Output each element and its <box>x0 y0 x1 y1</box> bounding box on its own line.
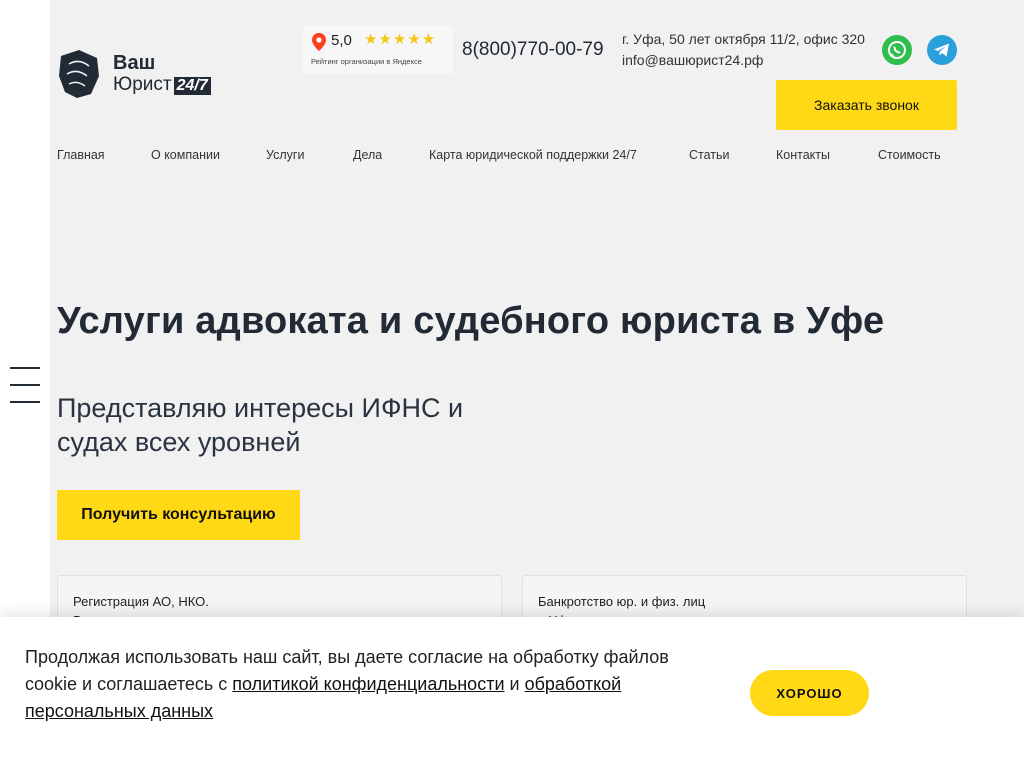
rating-score: 5,0 <box>331 32 352 49</box>
logo-word: Юрист <box>113 74 172 95</box>
nav-item-pricing[interactable]: Стоимость <box>878 148 941 162</box>
site-logo[interactable]: Ваш Юрист 24/7 <box>57 50 217 100</box>
phone-link[interactable]: 8(800)770-00-79 <box>462 39 604 61</box>
rating-stars: ★★★★★ <box>364 31 437 48</box>
email-link[interactable]: info@вашюрист24.рф <box>622 52 763 68</box>
cookie-text: Продолжая использовать наш сайт, вы дает… <box>25 644 715 725</box>
nav-item-cases[interactable]: Дела <box>353 148 382 162</box>
hero-subtitle: Представляю интересы ИФНС и судах всех у… <box>57 393 464 457</box>
cookie-text-middle: и <box>504 674 525 694</box>
whatsapp-icon[interactable] <box>882 35 912 65</box>
nav-item-support-card[interactable]: Карта юридической поддержки 24/7 <box>429 148 637 162</box>
page-title: Услуги адвоката и судебного юриста в Уфе <box>57 300 885 342</box>
callback-button[interactable]: Заказать звонок <box>776 80 957 130</box>
telegram-icon[interactable] <box>927 35 957 65</box>
logo-subtext: Юрист 24/7 <box>113 74 211 96</box>
privacy-policy-link[interactable]: политикой конфиденциальности <box>232 674 504 694</box>
logo-badge: 24/7 <box>173 77 211 95</box>
card-title: Банкротство юр. и физ. лиц <box>538 594 706 609</box>
nav-item-services[interactable]: Услуги <box>266 148 304 162</box>
yandex-rating-widget[interactable]: 5,0 ★★★★★ Рейтинг организации в Яндексе <box>303 26 453 74</box>
main-nav: Главная О компании Услуги Дела Карта юри… <box>57 148 977 166</box>
address-text: г. Уфа, 50 лет октября 11/2, офис 320 <box>622 31 865 47</box>
card-title: Регистрация АО, НКО. <box>73 594 209 609</box>
lion-logo-icon <box>59 50 99 98</box>
consultation-button[interactable]: Получить консультацию <box>57 490 300 540</box>
rating-caption: Рейтинг организации в Яндексе <box>311 57 422 66</box>
nav-item-about[interactable]: О компании <box>151 148 220 162</box>
logo-text: Ваш <box>113 52 156 74</box>
cookie-banner: Продолжая использовать наш сайт, вы дает… <box>0 617 1024 768</box>
nav-item-contacts[interactable]: Контакты <box>776 148 830 162</box>
cookie-accept-button[interactable]: ХОРОШО <box>750 670 869 716</box>
nav-item-articles[interactable]: Статьи <box>689 148 730 162</box>
menu-icon[interactable] <box>10 367 40 403</box>
location-pin-icon <box>312 33 326 51</box>
nav-item-home[interactable]: Главная <box>57 148 105 162</box>
